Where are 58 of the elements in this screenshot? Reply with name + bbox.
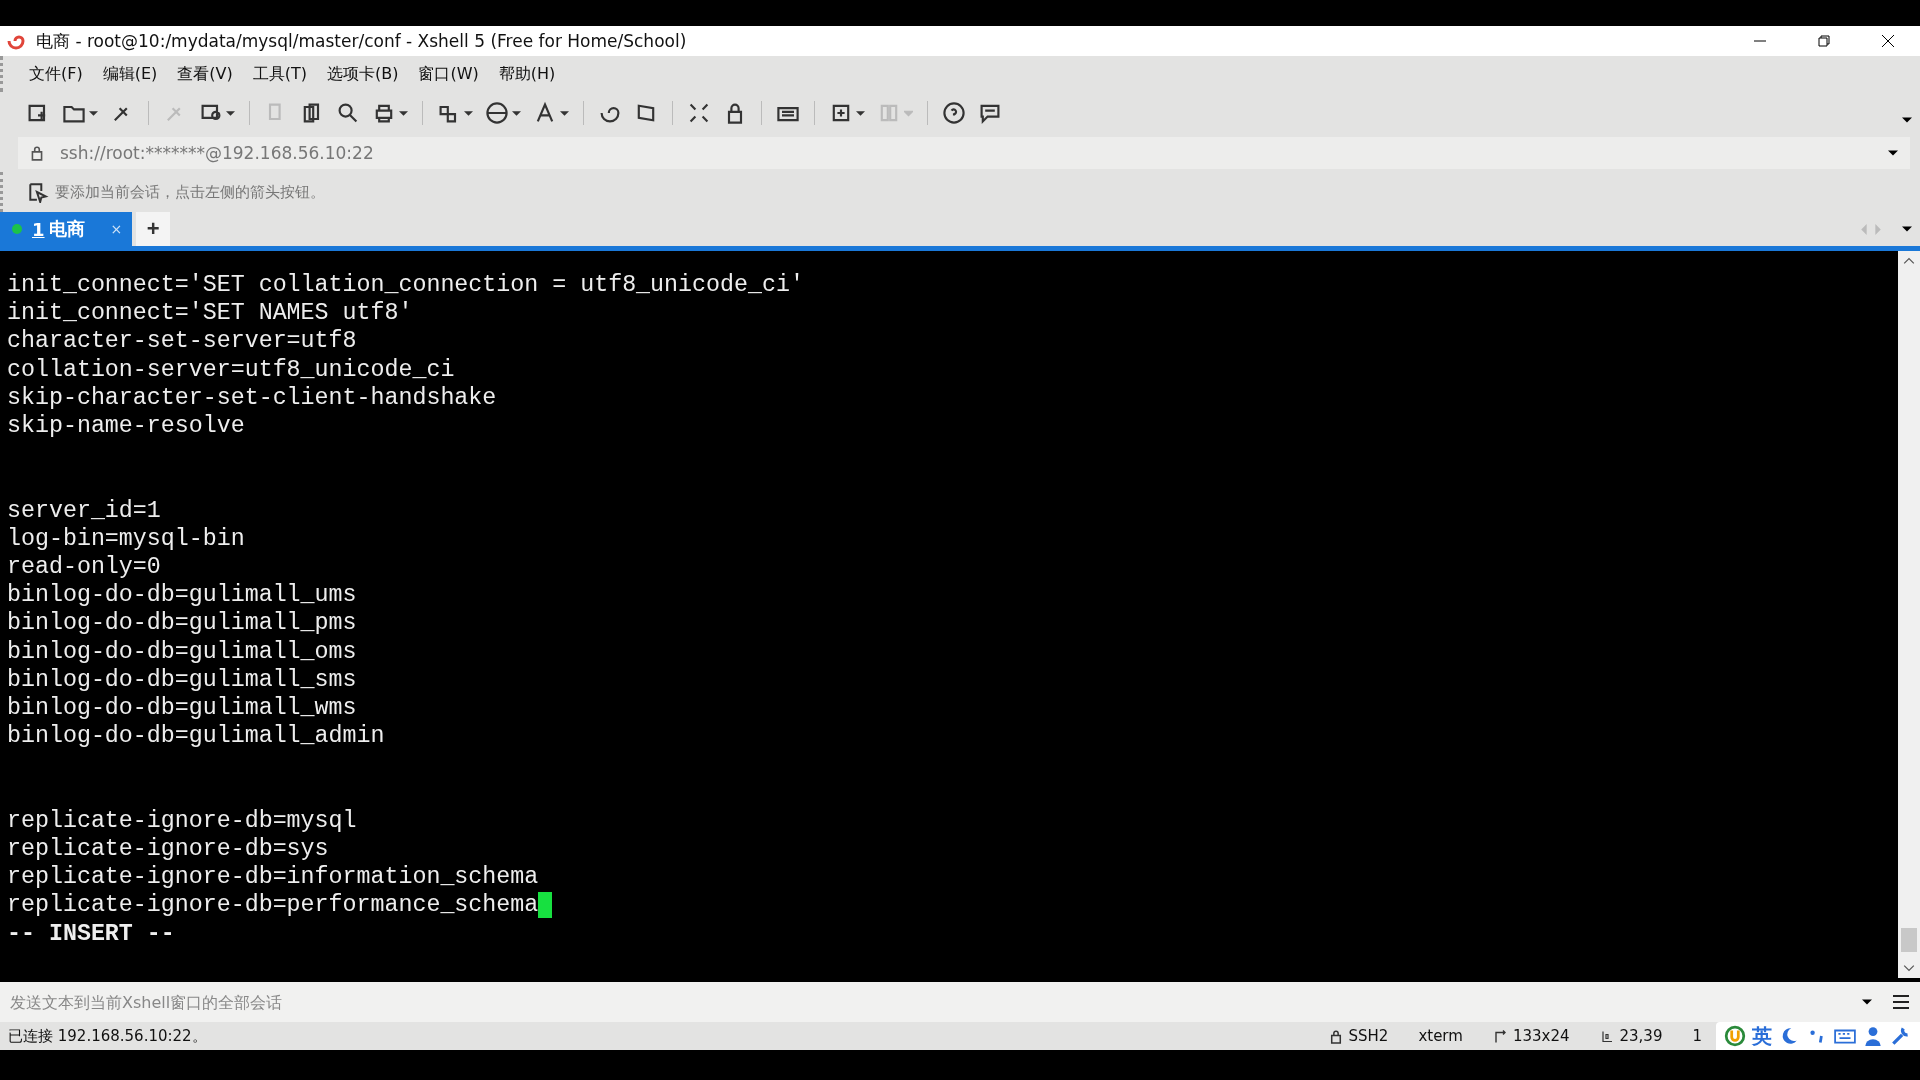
new-tab-button[interactable]: + <box>136 212 171 246</box>
terminal-line: binlog-do-db=gulimall_admin <box>7 722 385 751</box>
terminal-line: binlog-do-db=gulimall_sms <box>7 665 357 694</box>
terminal-size-text: 133x24 <box>1512 1027 1570 1045</box>
terminal-line: binlog-do-db=gulimall_ums <box>7 581 357 610</box>
menu-item[interactable]: 窗口(W) <box>418 63 479 85</box>
terminal-line: collation-server=utf8_unicode_ci <box>7 355 455 384</box>
terminal-line: binlog-do-db=gulimall_wms <box>7 694 357 723</box>
session-tab[interactable]: 1 电商 × <box>0 212 133 246</box>
protocol-text: SSH2 <box>1348 1027 1389 1045</box>
status-text: 1 <box>1692 1027 1702 1045</box>
cursor-position-text: 23,39 <box>1619 1027 1663 1045</box>
toolbar-caret-icon[interactable] <box>1902 115 1912 125</box>
terminal-line: skip-name-resolve <box>7 412 245 441</box>
terminal-line: replicate-ignore-db=sys <box>7 835 329 864</box>
hint-text: 要添加当前会话，点击左侧的箭头按钮。 <box>55 182 325 202</box>
menu-item[interactable]: 选项卡(B) <box>327 63 399 85</box>
close-icon[interactable] <box>1880 33 1896 49</box>
text-cursor <box>538 892 553 919</box>
terminal-line: character-set-server=utf8 <box>7 327 357 356</box>
menu-item[interactable]: 帮助(H) <box>498 63 556 85</box>
connection-status: 已连接 192.168.56.10:22。 <box>8 1026 207 1046</box>
scrollbar[interactable] <box>1898 251 1920 978</box>
menu-icon[interactable] <box>1892 994 1910 1010</box>
terminal-line: init_connect='SET collation_connection = utf8_unicode_ci' <box>7 271 804 300</box>
editor-mode-line: -- INSERT -- <box>7 919 175 948</box>
scroll-up-icon[interactable] <box>1903 257 1915 265</box>
terminal-line: replicate-ignore-db=information_schema <box>7 863 539 892</box>
terminal-line: binlog-do-db=gulimall_pms <box>7 609 357 638</box>
scroll-down-icon[interactable] <box>1903 964 1915 972</box>
menu-item[interactable]: 查看(V) <box>177 63 233 85</box>
lock-icon <box>30 145 44 161</box>
window-title: 电商 - root@10:/mydata/mysql/master/conf - Xshell 5 (Free for Home/School) <box>36 29 687 53</box>
user-icon[interactable] <box>1862 1025 1884 1047</box>
tab-list-caret-icon[interactable] <box>1902 224 1912 234</box>
caret-icon[interactable] <box>1888 148 1898 158</box>
restore-icon[interactable] <box>1816 33 1832 49</box>
address-bar[interactable]: ssh://root:*******@192.168.56.10:22 <box>18 137 1910 169</box>
add-session-arrow-icon[interactable] <box>27 181 49 203</box>
terminal-type-text: xterm <box>1418 1027 1463 1045</box>
terminal-line: log-bin=mysql-bin <box>7 524 245 553</box>
input-language-text[interactable]: 英 <box>1752 1022 1772 1050</box>
scroll-thumb[interactable] <box>1901 928 1917 952</box>
caret-icon[interactable] <box>1862 997 1872 1007</box>
resize-icon <box>1492 1028 1507 1044</box>
terminal-line: read-only=0 <box>7 553 161 582</box>
terminal-line: server_id=1 <box>7 496 161 525</box>
menu-item[interactable]: 文件(F) <box>29 63 83 85</box>
lock-icon <box>1328 1028 1343 1044</box>
terminal-line: replicate-ignore-db=performance_schema <box>7 891 539 920</box>
terminal-line: skip-character-set-client-handshake <box>7 383 497 412</box>
menu-item[interactable]: 编辑(E) <box>102 63 158 85</box>
input-method-logo-icon[interactable] <box>1724 1025 1746 1047</box>
terminal-line: replicate-ignore-db=mysql <box>7 806 357 835</box>
terminal-line: init_connect='SET NAMES utf8' <box>7 299 413 328</box>
menu-item[interactable]: 工具(T) <box>252 63 307 85</box>
terminal-line: binlog-do-db=gulimall_oms <box>7 637 357 666</box>
input-method-toolbar[interactable]: 英 <box>1716 1022 1920 1050</box>
